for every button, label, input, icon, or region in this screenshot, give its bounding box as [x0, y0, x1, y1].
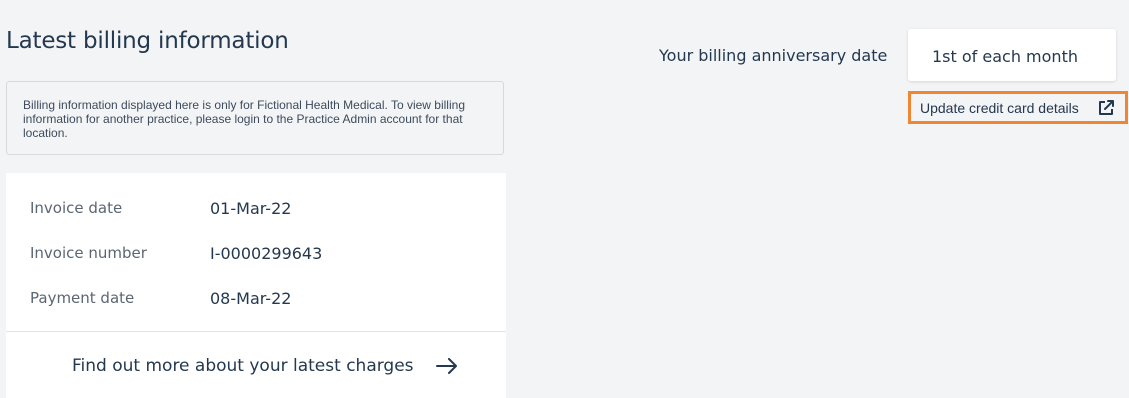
payment-date-label: Payment date — [30, 289, 135, 307]
update-credit-card-label: Update credit card details — [920, 99, 1079, 116]
billing-info-notice: Billing information displayed here is on… — [6, 81, 504, 155]
update-credit-card-link[interactable]: Update credit card details — [908, 91, 1128, 124]
invoice-number-value: I-0000299643 — [210, 244, 323, 263]
invoice-number-label: Invoice number — [30, 244, 147, 262]
invoice-date-label: Invoice date — [30, 199, 123, 217]
billing-anniversary-value: 1st of each month — [908, 29, 1116, 81]
invoice-date-value: 01-Mar-22 — [210, 199, 292, 218]
billing-anniversary-label: Your billing anniversary date — [659, 46, 888, 65]
arrow-right-icon — [435, 358, 457, 374]
invoice-card: Invoice date 01-Mar-22 Invoice number I-… — [6, 173, 506, 398]
latest-charges-label: Find out more about your latest charges — [72, 356, 414, 376]
payment-date-value: 08-Mar-22 — [210, 289, 292, 308]
latest-charges-link[interactable]: Find out more about your latest charges — [72, 356, 458, 376]
card-divider — [6, 331, 506, 332]
external-link-icon — [1099, 100, 1114, 115]
page-title: Latest billing information — [6, 28, 289, 54]
